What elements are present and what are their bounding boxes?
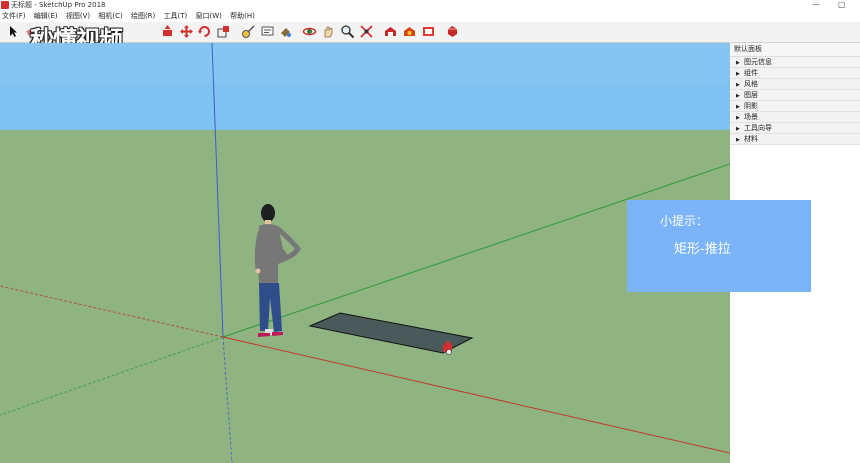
- menu-window[interactable]: 窗口(W): [196, 10, 222, 22]
- warehouse-icon[interactable]: [383, 24, 398, 39]
- move-icon[interactable]: [179, 24, 194, 39]
- minimize-icon[interactable]: —: [812, 0, 820, 10]
- zoom-extents-icon[interactable]: [359, 24, 374, 39]
- expand-arrow-icon: ▶: [736, 137, 740, 143]
- ground-plane: [0, 130, 730, 463]
- tray-item-instructor[interactable]: ▶ 工具向导: [730, 123, 860, 134]
- tray-item-components[interactable]: ▶ 组件: [730, 68, 860, 79]
- rotate-icon[interactable]: [197, 24, 212, 39]
- expand-arrow-icon: ▶: [736, 60, 740, 66]
- pan-icon[interactable]: [321, 24, 336, 39]
- hint-box: 小提示： 矩形-推拉: [627, 200, 811, 292]
- window-title: 无标题 - SketchUp Pro 2018: [11, 1, 106, 9]
- paint-icon[interactable]: [278, 24, 293, 39]
- hint-body: 矩形-推拉: [674, 242, 731, 257]
- layout-icon[interactable]: [421, 24, 436, 39]
- main-toolbar: [0, 22, 860, 43]
- tray-item-layers[interactable]: ▶ 图层: [730, 90, 860, 101]
- menu-draw[interactable]: 绘图(R): [131, 10, 155, 22]
- tray-title: 默认面板: [730, 43, 860, 57]
- expand-arrow-icon: ▶: [736, 115, 740, 121]
- maximize-icon[interactable]: ▢: [838, 0, 846, 10]
- hint-title: 小提示：: [660, 214, 709, 228]
- tray-item-entity-info[interactable]: ▶ 图元信息: [730, 57, 860, 68]
- menu-file[interactable]: 文件(F): [2, 10, 26, 22]
- push-pull-icon[interactable]: [160, 24, 175, 39]
- expand-arrow-icon: ▶: [736, 126, 740, 132]
- orbit-icon[interactable]: [302, 24, 317, 39]
- tray-item-scenes[interactable]: ▶ 场景: [730, 112, 860, 123]
- zoom-icon[interactable]: [340, 24, 355, 39]
- extension-warehouse-icon[interactable]: [402, 24, 417, 39]
- tray-item-styles[interactable]: ▶ 风格: [730, 79, 860, 90]
- tray-item-materials[interactable]: ▶ 材料: [730, 134, 860, 145]
- text-icon[interactable]: [260, 24, 275, 39]
- menu-bar: 文件(F) 编辑(E) 视图(V) 相机(C) 绘图(R) 工具(T) 窗口(W…: [0, 10, 860, 22]
- scale-icon[interactable]: [216, 24, 231, 39]
- tray-item-shadows[interactable]: ▶ 阴影: [730, 101, 860, 112]
- model-viewport[interactable]: [0, 43, 730, 463]
- expand-arrow-icon: ▶: [736, 82, 740, 88]
- sketchup-app-icon: [1, 1, 9, 9]
- expand-arrow-icon: ▶: [736, 71, 740, 77]
- menu-help[interactable]: 帮助(H): [230, 10, 255, 22]
- expand-arrow-icon: ▶: [736, 93, 740, 99]
- menu-tools[interactable]: 工具(T): [164, 10, 188, 22]
- expand-arrow-icon: ▶: [736, 104, 740, 110]
- ruby-icon[interactable]: [445, 24, 460, 39]
- title-bar: 无标题 - SketchUp Pro 2018 — ▢: [0, 0, 860, 10]
- tape-measure-icon[interactable]: [241, 24, 256, 39]
- select-arrow-icon[interactable]: [6, 24, 21, 39]
